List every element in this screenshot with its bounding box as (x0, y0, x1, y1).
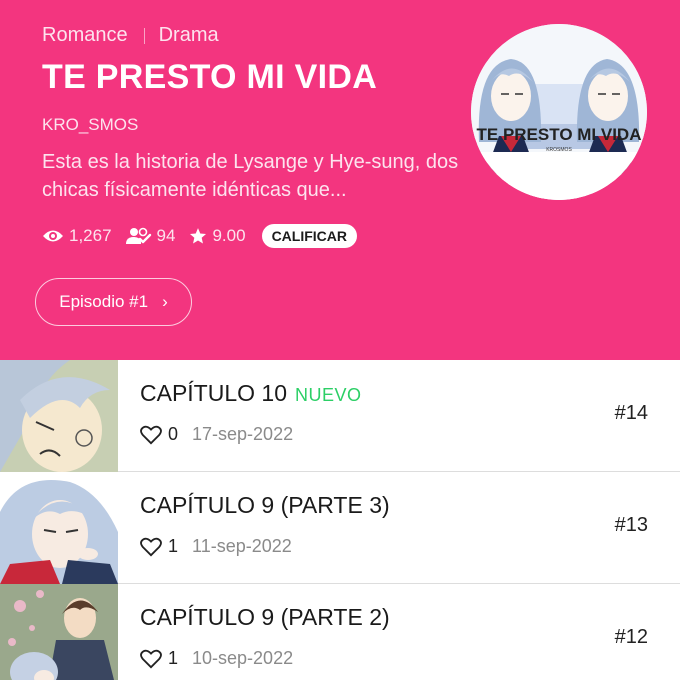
episode-title-text: CAPÍTULO 9 (PARTE 3) (140, 492, 390, 518)
like-count: 1 (168, 648, 179, 668)
series-stats: 1,267 94 9.00 CALIFICAR (42, 224, 357, 248)
like-count: 1 (168, 536, 179, 556)
episode-meta: 1 11-sep-2022 (140, 536, 292, 557)
rate-button[interactable]: CALIFICAR (261, 224, 357, 248)
heart-icon (140, 537, 162, 556)
views-count: 1,267 (69, 226, 112, 245)
episode-title-text: CAPÍTULO 9 (PARTE 2) (140, 604, 390, 630)
episode-meta: 1 10-sep-2022 (140, 648, 293, 669)
genre-romance[interactable]: Romance (42, 24, 128, 47)
episode-number: #12 (614, 626, 648, 648)
series-cover[interactable]: TE PRESTO MI VIDA KROSMOS (471, 24, 647, 200)
episode-title: CAPÍTULO 9 (PARTE 2) (140, 604, 398, 631)
episode-number: #14 (614, 402, 648, 424)
cover-subtitle-text: KROSMOS (546, 147, 572, 153)
new-badge: NUEVO (295, 385, 362, 405)
episode-date: 17-sep-2022 (192, 424, 294, 444)
episode-title: CAPÍTULO 10 NUEVO (140, 380, 362, 407)
genre-list: Romance Drama (42, 24, 219, 47)
cover-illustration: TE PRESTO MI VIDA KROSMOS (471, 24, 647, 200)
genre-divider (143, 27, 145, 44)
series-header: Romance Drama TE PRESTO MI VIDA KRO_SMOS… (0, 0, 680, 360)
rating-stat: 9.00 (189, 226, 246, 246)
first-episode-button[interactable]: Episodio #1 › (35, 278, 192, 326)
subscribers-icon (125, 227, 151, 244)
chevron-right-icon: › (162, 292, 168, 311)
first-episode-label: Episodio #1 (59, 292, 149, 311)
episode-number: #13 (614, 514, 648, 536)
episode-title: CAPÍTULO 9 (PARTE 3) (140, 492, 398, 519)
episode-thumbnail (0, 360, 118, 472)
episode-list: CAPÍTULO 10 NUEVO 0 17-sep-2022 #14 CAPÍ… (0, 360, 680, 680)
episode-date: 10-sep-2022 (192, 648, 294, 668)
episode-row[interactable]: CAPÍTULO 10 NUEVO 0 17-sep-2022 #14 (0, 360, 680, 472)
episode-row[interactable]: CAPÍTULO 9 (PARTE 3) 1 11-sep-2022 #13 (0, 472, 680, 584)
episode-thumbnail (0, 584, 118, 680)
rating-value: 9.00 (212, 226, 246, 245)
cover-title-text: TE PRESTO MI VIDA (477, 125, 642, 144)
episode-thumbnail (0, 472, 118, 584)
episode-title-text: CAPÍTULO 10 (140, 380, 287, 406)
subscribers-stat: 94 (125, 226, 176, 246)
genre-drama[interactable]: Drama (159, 24, 219, 47)
series-synopsis[interactable]: Esta es la historia de Lysange y Hye-sun… (42, 148, 462, 204)
author-link[interactable]: KRO_SMOS (42, 115, 138, 135)
series-title: TE PRESTO MI VIDA (42, 58, 378, 96)
episode-date: 11-sep-2022 (192, 536, 292, 556)
like-count: 0 (168, 424, 179, 444)
heart-icon (140, 649, 162, 668)
star-icon (190, 228, 207, 244)
eye-icon (43, 230, 63, 242)
episode-meta: 0 17-sep-2022 (140, 424, 293, 445)
episode-row[interactable]: CAPÍTULO 9 (PARTE 2) 1 10-sep-2022 #12 (0, 584, 680, 680)
heart-icon (140, 425, 162, 444)
views-stat: 1,267 (42, 226, 112, 246)
subscribers-count: 94 (156, 226, 176, 245)
